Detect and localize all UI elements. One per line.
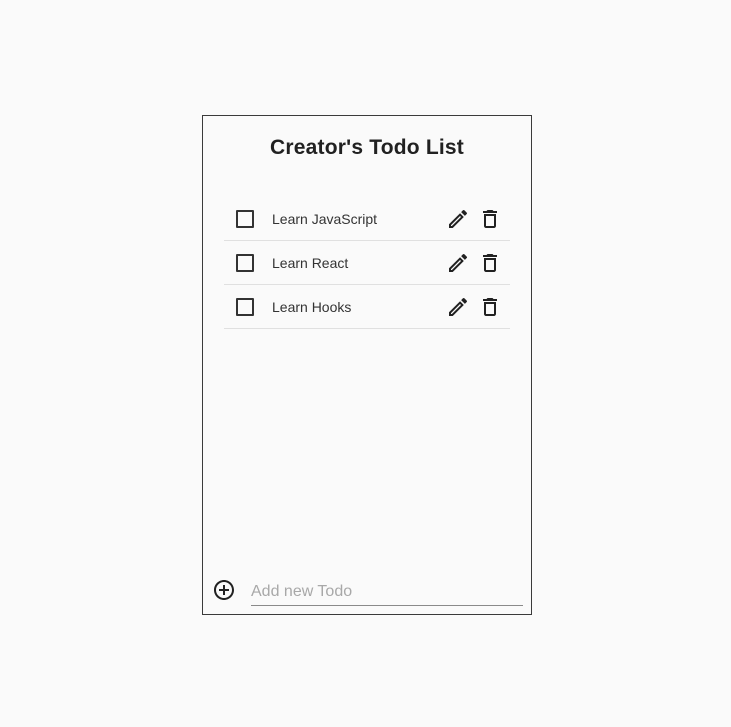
new-todo-input[interactable] xyxy=(251,578,523,606)
trash-icon[interactable] xyxy=(478,251,502,275)
pencil-icon[interactable] xyxy=(446,251,470,275)
trash-icon[interactable] xyxy=(478,207,502,231)
trash-icon[interactable] xyxy=(478,295,502,319)
add-circle-icon[interactable] xyxy=(212,578,236,602)
todo-item: Learn JavaScript xyxy=(224,197,510,241)
todo-checkbox[interactable] xyxy=(236,210,254,228)
todo-label: Learn Hooks xyxy=(272,299,352,315)
todo-list: Learn JavaScript Learn React Learn Hooks xyxy=(224,197,510,329)
todo-label: Learn React xyxy=(272,255,349,271)
pencil-icon[interactable] xyxy=(446,295,470,319)
todo-item: Learn Hooks xyxy=(224,285,510,329)
todo-card: Creator's Todo List Learn JavaScript Lea… xyxy=(202,115,532,615)
page-title: Creator's Todo List xyxy=(270,136,464,159)
todo-label: Learn JavaScript xyxy=(272,211,378,227)
todo-checkbox[interactable] xyxy=(236,254,254,272)
todo-checkbox[interactable] xyxy=(236,298,254,316)
pencil-icon[interactable] xyxy=(446,207,470,231)
todo-item: Learn React xyxy=(224,241,510,285)
